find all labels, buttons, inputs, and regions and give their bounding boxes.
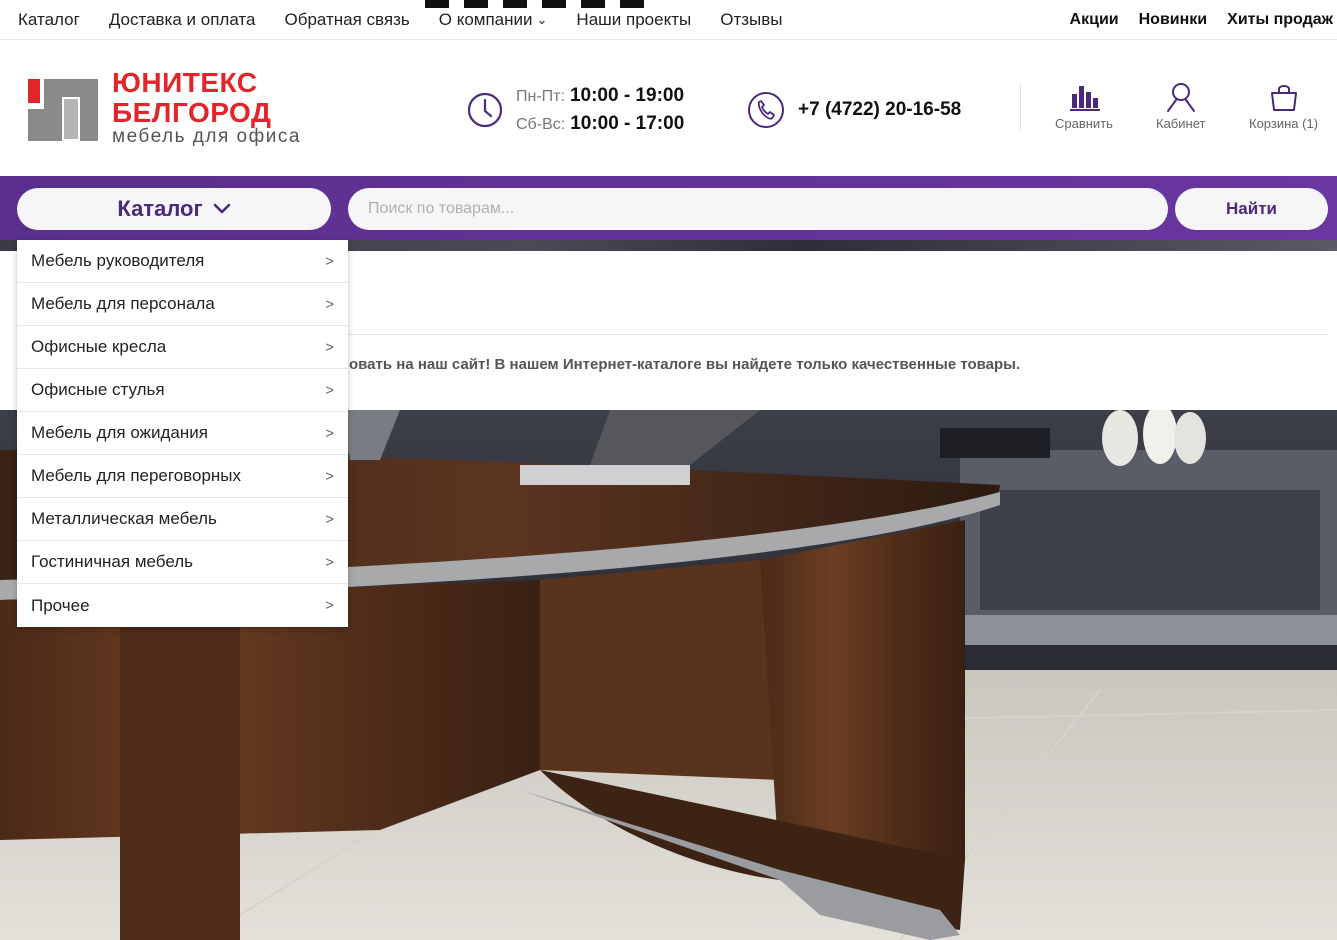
- chevron-right-icon: >: [325, 295, 334, 313]
- header-divider: [1020, 83, 1021, 131]
- logo-line-2: БЕЛГОРОД: [112, 97, 272, 128]
- logo-tagline: мебель для офиса: [112, 126, 301, 147]
- hours-weekdays-label: Пн-Пт:: [516, 88, 565, 105]
- cart-button[interactable]: Корзина (1): [1249, 82, 1318, 131]
- catalog-dropdown-menu: Мебель руководителя > Мебель для персонал…: [17, 240, 348, 627]
- section-divider: [348, 334, 1328, 335]
- logo-icon[interactable]: [24, 75, 102, 145]
- chevron-right-icon: >: [325, 597, 334, 614]
- nav-link-about-label: О компании: [438, 10, 533, 29]
- logo-line-1: ЮНИТЕКС: [112, 67, 258, 98]
- top-nav-left: Каталог Доставка и оплата Обратная связь…: [18, 10, 783, 30]
- nav-link-about[interactable]: О компании ⌄: [439, 10, 548, 30]
- nav-link-new[interactable]: Новинки: [1139, 11, 1208, 29]
- compare-button[interactable]: Сравнить: [1055, 82, 1113, 131]
- menu-item-label: Офисные кресла: [31, 337, 167, 356]
- user-icon: [1166, 83, 1195, 112]
- catalog-button[interactable]: Каталог: [17, 188, 331, 230]
- phone-icon: [748, 92, 784, 128]
- search-button[interactable]: Найти: [1175, 188, 1328, 230]
- chevron-right-icon: >: [325, 510, 334, 528]
- nav-link-projects[interactable]: Наши проекты: [576, 10, 691, 30]
- menu-item-office-armchairs[interactable]: Офисные кресла >: [17, 326, 348, 369]
- site-header: ЮНИТЕКС БЕЛГОРОД мебель для офиса Пн-Пт:…: [0, 40, 1337, 176]
- search-input[interactable]: [348, 188, 1168, 230]
- chevron-right-icon: >: [325, 553, 334, 571]
- welcome-text: овать на наш сайт! В нашем Интернет-ката…: [349, 356, 1021, 373]
- hours-weekdays-value: 10:00 - 19:00: [569, 85, 685, 106]
- menu-item-label: Мебель руководителя: [31, 251, 205, 270]
- hours-weekend-label: Сб-Вс:: [516, 116, 566, 133]
- menu-item-label: Прочее: [31, 595, 90, 615]
- menu-item-label: Гостиничная мебель: [31, 552, 193, 571]
- menu-item-metal-furniture[interactable]: Металлическая мебель >: [17, 498, 348, 541]
- menu-item-staff-furniture[interactable]: Мебель для персонала >: [17, 283, 348, 326]
- nav-link-bestsellers[interactable]: Хиты продаж: [1227, 11, 1333, 29]
- cabinet-button[interactable]: Кабинет: [1156, 82, 1205, 131]
- chevron-right-icon: >: [325, 252, 334, 270]
- nav-link-feedback[interactable]: Обратная связь: [284, 10, 409, 30]
- nav-link-catalog[interactable]: Каталог: [18, 10, 80, 30]
- chevron-right-icon: >: [325, 381, 334, 399]
- nav-link-promotions[interactable]: Акции: [1070, 11, 1119, 29]
- menu-item-other[interactable]: Прочее >: [17, 584, 348, 627]
- phone-contact[interactable]: +7 (4722) 20-16-58: [746, 90, 961, 130]
- top-decoration: [425, 0, 644, 8]
- compare-icon: [1069, 86, 1100, 111]
- menu-item-label: Офисные стулья: [31, 380, 165, 399]
- clock-icon: [467, 92, 503, 128]
- catalog-button-label: Каталог: [117, 196, 203, 221]
- chevron-right-icon: >: [325, 467, 334, 485]
- chevron-right-icon: >: [325, 424, 334, 442]
- hours-weekend-value: 10:00 - 17:00: [570, 113, 685, 134]
- menu-item-label: Мебель для персонала: [31, 294, 215, 313]
- shopping-bag-icon: [1270, 85, 1297, 111]
- menu-item-waiting-furniture[interactable]: Мебель для ожидания >: [17, 412, 348, 455]
- compare-label: Сравнить: [1055, 116, 1113, 131]
- cabinet-label: Кабинет: [1156, 116, 1206, 131]
- menu-item-executive-furniture[interactable]: Мебель руководителя >: [17, 240, 348, 283]
- top-navigation: Каталог Доставка и оплата Обратная связь…: [0, 0, 1337, 40]
- logo-text[interactable]: ЮНИТЕКС БЕЛГОРОД мебель для офиса: [112, 67, 301, 147]
- cart-label: Корзина (1): [1249, 116, 1319, 131]
- chevron-right-icon: >: [325, 338, 334, 356]
- menu-item-label: Металлическая мебель: [31, 509, 217, 528]
- menu-item-meeting-furniture[interactable]: Мебель для переговорных >: [17, 455, 348, 498]
- nav-link-delivery[interactable]: Доставка и оплата: [109, 10, 256, 30]
- menu-item-label: Мебель для ожидания: [31, 423, 208, 442]
- menu-item-office-chairs[interactable]: Офисные стулья >: [17, 369, 348, 412]
- working-hours: Пн-Пт: 10:00 - 19:00 Сб-Вс: 10:00 - 17:0…: [466, 82, 684, 138]
- nav-link-reviews[interactable]: Отзывы: [720, 10, 782, 30]
- chevron-down-icon: [213, 203, 230, 214]
- menu-item-hotel-furniture[interactable]: Гостиничная мебель >: [17, 541, 348, 584]
- menu-item-label: Мебель для переговорных: [31, 466, 242, 485]
- phone-number[interactable]: +7 (4722) 20-16-58: [798, 99, 961, 121]
- chevron-down-icon: ⌄: [536, 12, 548, 27]
- top-nav-right: Акции Новинки Хиты продаж: [1070, 11, 1333, 29]
